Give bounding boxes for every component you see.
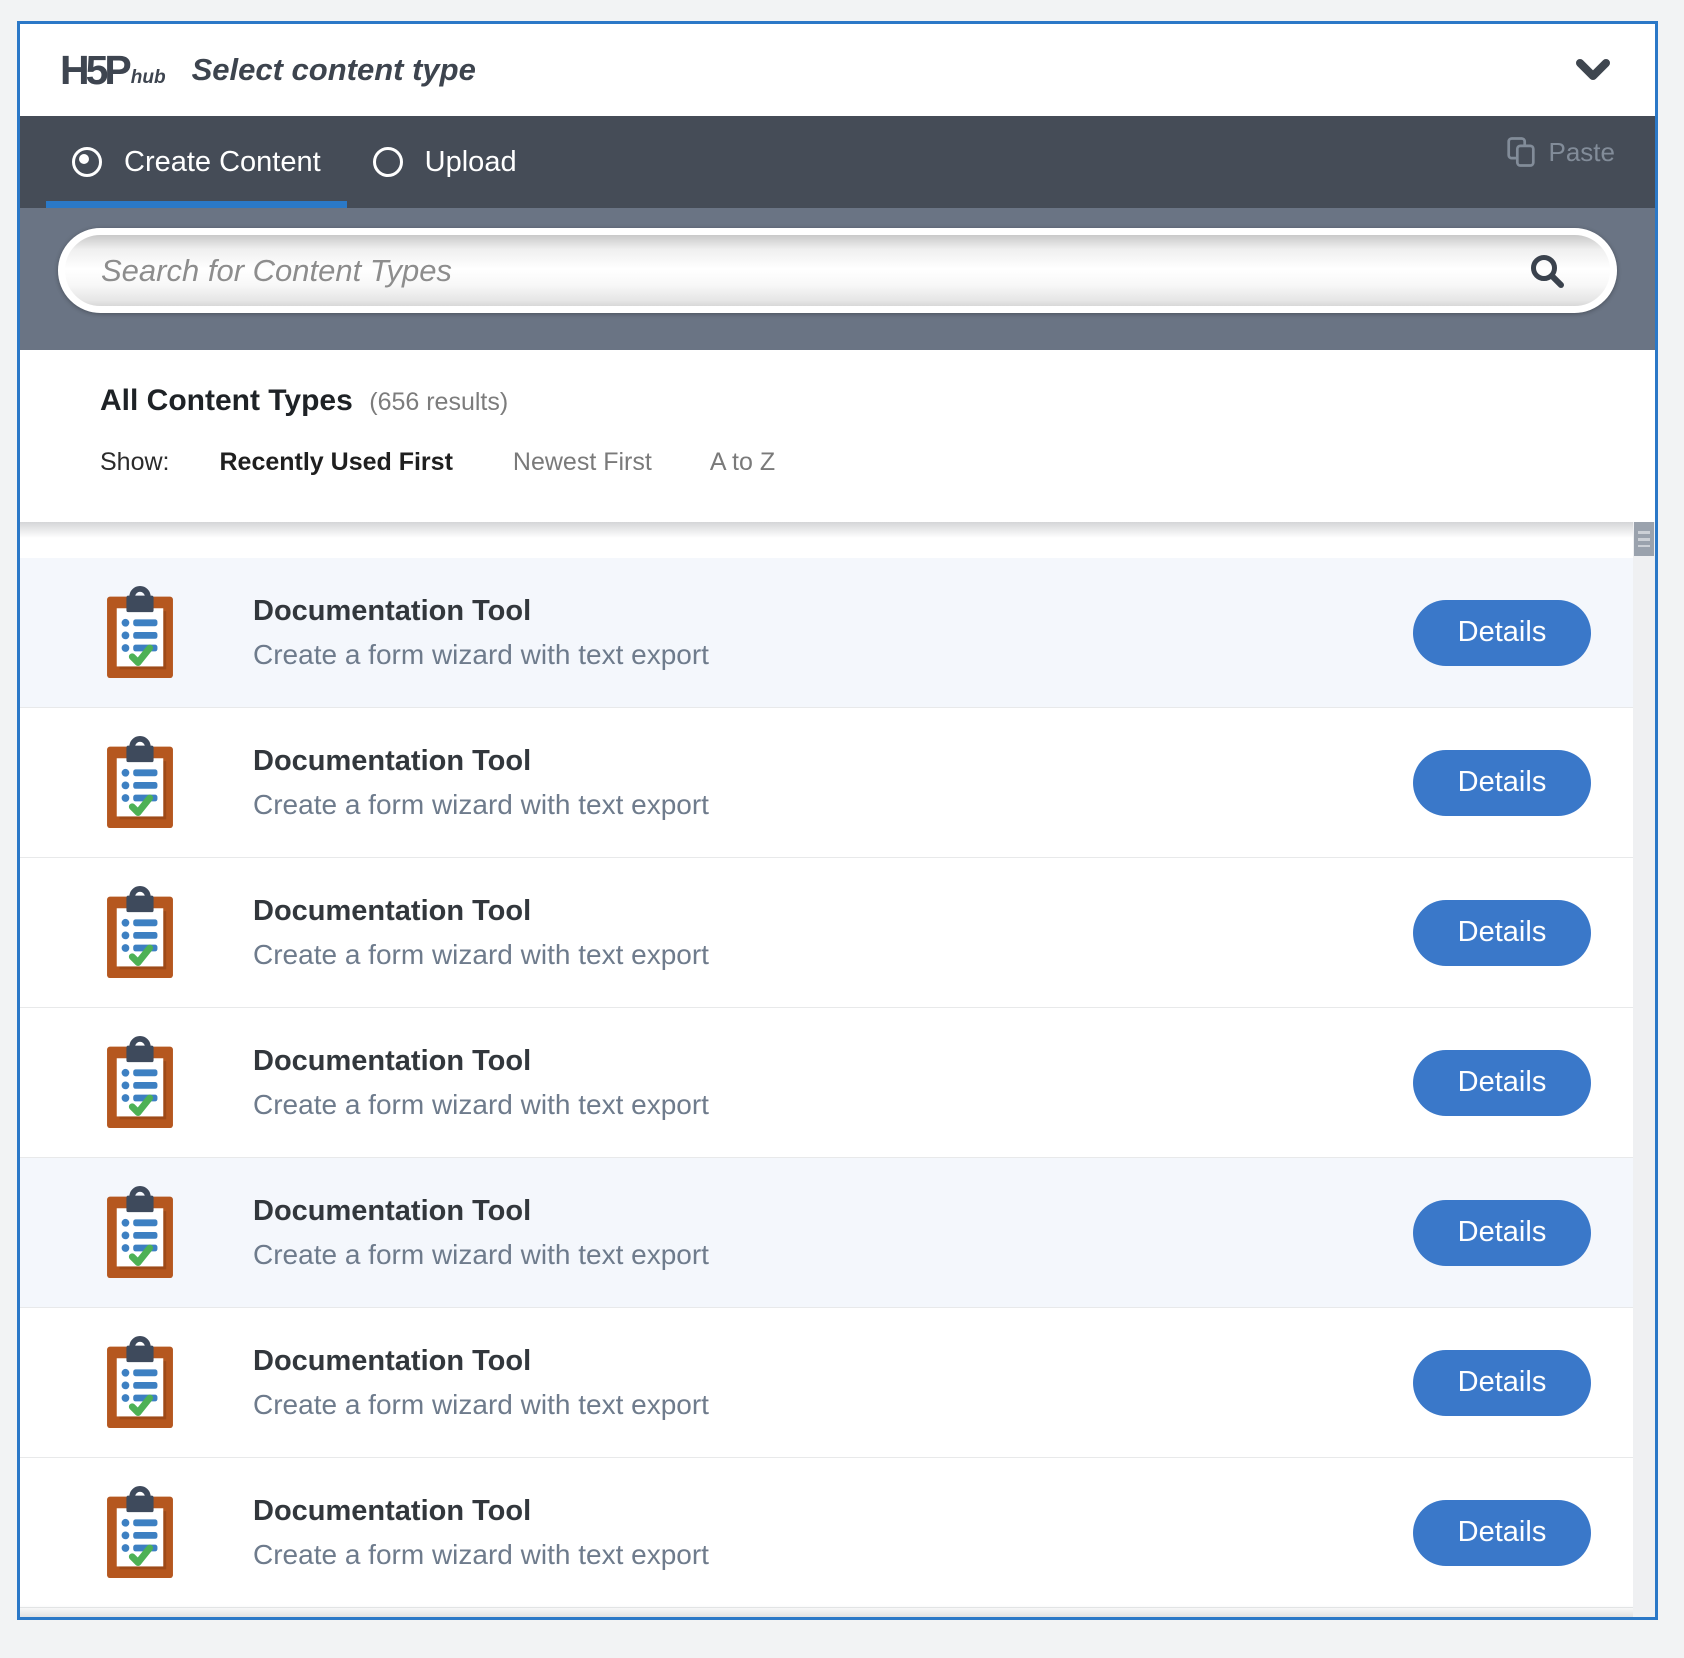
content-type-text: Documentation Tool Create a form wizard … — [253, 1045, 1413, 1121]
results-title: All Content Types — [100, 384, 353, 417]
content-type-description: Create a form wizard with text export — [253, 939, 1413, 971]
tab-create-content[interactable]: Create Content — [46, 116, 347, 208]
content-type-row[interactable]: Documentation Tool Create a form wizard … — [20, 558, 1633, 708]
paste-icon — [1506, 136, 1536, 168]
content-type-description: Create a form wizard with text export — [253, 1389, 1413, 1421]
content-type-title: Documentation Tool — [253, 595, 1413, 628]
details-button[interactable]: Details — [1413, 750, 1591, 816]
scrollbar[interactable] — [1633, 522, 1655, 1617]
content-type-list-area: Documentation Tool Create a form wizard … — [20, 522, 1655, 1617]
paste-label: Paste — [1549, 137, 1616, 168]
documentation-tool-icon — [105, 735, 175, 830]
results-count: (656 results) — [369, 388, 508, 416]
documentation-tool-icon — [105, 1335, 175, 1430]
results-title-row: All Content Types (656 results) — [100, 384, 1655, 418]
content-type-text: Documentation Tool Create a form wizard … — [253, 745, 1413, 821]
content-type-row[interactable]: Documentation Tool Create a form wizard … — [20, 1008, 1633, 1158]
details-button[interactable]: Details — [1413, 1200, 1591, 1266]
content-type-description: Create a form wizard with text export — [253, 1239, 1413, 1271]
search-icon[interactable] — [1528, 252, 1566, 290]
content-type-title: Documentation Tool — [253, 895, 1413, 928]
sort-option-newest-first[interactable]: Newest First — [513, 448, 652, 477]
sort-option-recently-used[interactable]: Recently Used First — [219, 448, 452, 477]
content-type-text: Documentation Tool Create a form wizard … — [253, 1345, 1413, 1421]
content-type-row[interactable]: Documentation Tool Create a form wizard … — [20, 858, 1633, 1008]
content-type-title: Documentation Tool — [253, 1045, 1413, 1078]
sort-option-a-to-z[interactable]: A to Z — [710, 448, 775, 477]
content-type-text: Documentation Tool Create a form wizard … — [253, 1195, 1413, 1271]
documentation-tool-icon — [105, 1035, 175, 1130]
sort-row: Show: Recently Used First Newest First A… — [100, 448, 1655, 477]
details-button[interactable]: Details — [1413, 900, 1591, 966]
content-type-title: Documentation Tool — [253, 1195, 1413, 1228]
sort-label: Show: — [100, 448, 169, 477]
content-type-title: Documentation Tool — [253, 1495, 1413, 1528]
details-button[interactable]: Details — [1413, 1500, 1591, 1566]
content-type-title: Documentation Tool — [253, 745, 1413, 778]
results-header: All Content Types (656 results) Show: Re… — [20, 350, 1655, 522]
search-bar — [58, 228, 1617, 313]
hub-tabbar: Create Content Upload Paste — [20, 116, 1655, 208]
content-type-description: Create a form wizard with text export — [253, 1089, 1413, 1121]
scrollbar-thumb[interactable] — [1634, 522, 1654, 556]
chevron-down-icon — [1575, 58, 1611, 82]
radio-unselected-icon — [373, 147, 403, 177]
logo-brand: H5P — [60, 50, 128, 91]
content-type-description: Create a form wizard with text export — [253, 789, 1413, 821]
paste-button[interactable]: Paste — [1506, 136, 1616, 168]
content-type-title: Documentation Tool — [253, 1345, 1413, 1378]
tab-upload-label: Upload — [425, 146, 517, 179]
dialog-titlebar: H5Phub Select content type — [20, 24, 1655, 116]
documentation-tool-icon — [105, 585, 175, 680]
search-input[interactable] — [65, 235, 1610, 306]
content-type-list: Documentation Tool Create a form wizard … — [20, 522, 1633, 1608]
content-type-text: Documentation Tool Create a form wizard … — [253, 595, 1413, 671]
details-button[interactable]: Details — [1413, 600, 1591, 666]
h5p-hub-logo: H5Phub — [60, 50, 166, 91]
collapse-panel-button[interactable] — [1575, 58, 1611, 82]
h5p-hub-dialog: H5Phub Select content type Create Conten… — [17, 21, 1658, 1620]
content-type-row[interactable]: Documentation Tool Create a form wizard … — [20, 708, 1633, 858]
dialog-title: Select content type — [192, 52, 476, 88]
radio-selected-icon — [72, 147, 102, 177]
active-tab-underline — [46, 201, 347, 208]
content-type-description: Create a form wizard with text export — [253, 1539, 1413, 1571]
content-type-row[interactable]: Documentation Tool Create a form wizard … — [20, 1458, 1633, 1608]
scrollbar-grip-icon — [1638, 531, 1650, 547]
search-band — [20, 208, 1655, 350]
details-button[interactable]: Details — [1413, 1350, 1591, 1416]
logo-hub-suffix: hub — [131, 67, 166, 89]
tab-create-content-label: Create Content — [124, 146, 321, 179]
content-type-text: Documentation Tool Create a form wizard … — [253, 895, 1413, 971]
content-type-text: Documentation Tool Create a form wizard … — [253, 1495, 1413, 1571]
content-type-row[interactable]: Documentation Tool Create a form wizard … — [20, 1308, 1633, 1458]
documentation-tool-icon — [105, 1185, 175, 1280]
documentation-tool-icon — [105, 885, 175, 980]
tab-upload[interactable]: Upload — [347, 116, 543, 208]
content-type-row[interactable]: Documentation Tool Create a form wizard … — [20, 1158, 1633, 1308]
documentation-tool-icon — [105, 1485, 175, 1580]
details-button[interactable]: Details — [1413, 1050, 1591, 1116]
content-type-description: Create a form wizard with text export — [253, 639, 1413, 671]
